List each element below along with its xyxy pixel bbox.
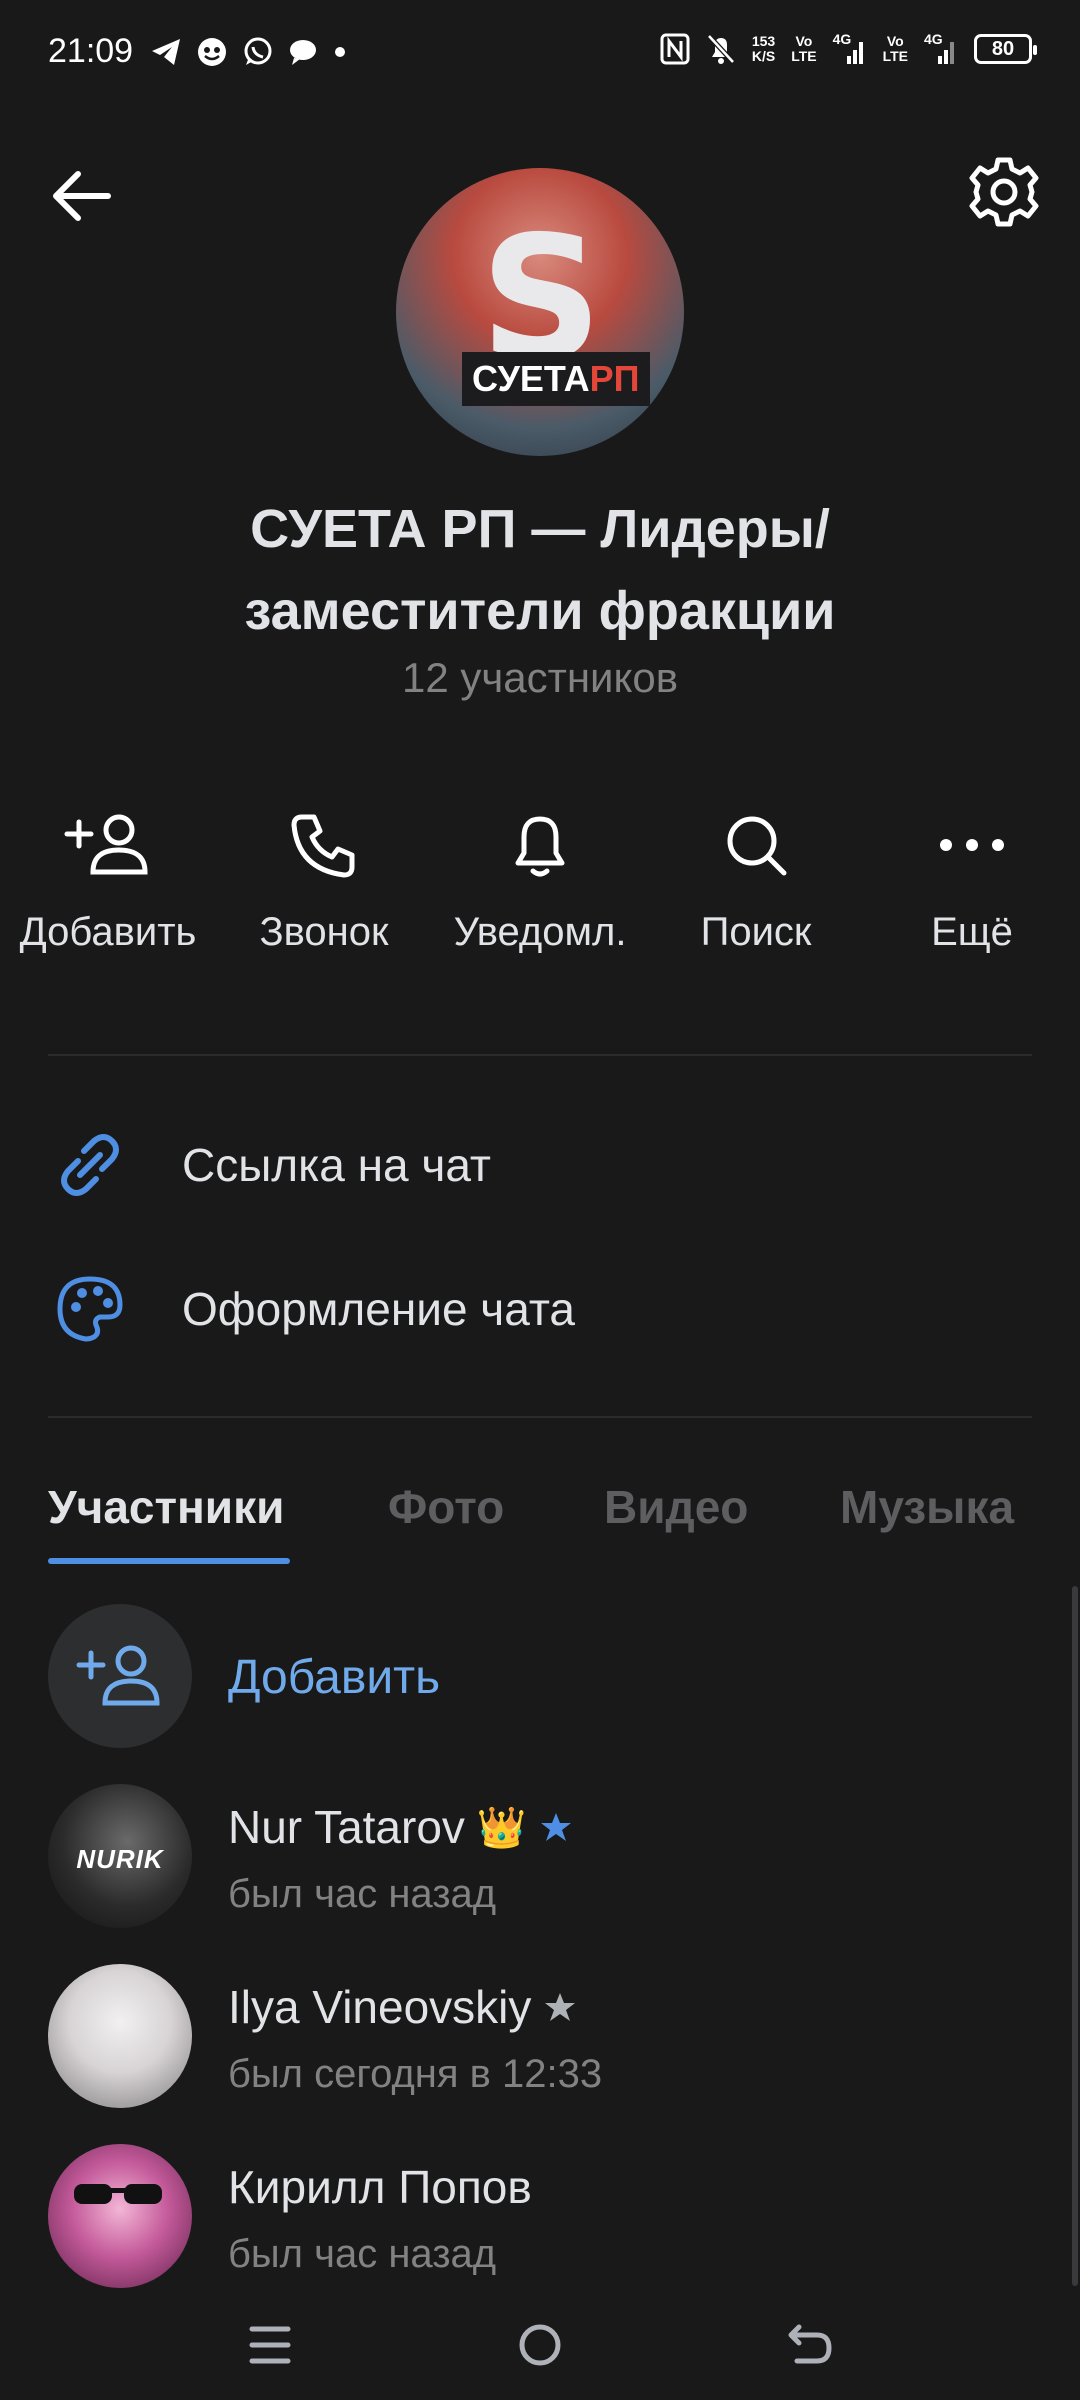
scrollbar[interactable] <box>1072 1586 1078 2286</box>
avatar <box>48 1964 192 2108</box>
bell-icon <box>515 816 565 877</box>
tab-music[interactable]: Музыка <box>840 1480 1014 1534</box>
home-circle-icon <box>519 2324 561 2366</box>
member-name: Nur Tatarov <box>228 1801 465 1853</box>
settings-button[interactable] <box>964 152 1044 232</box>
home-button[interactable] <box>500 2310 580 2380</box>
member-name: Кирилл Попов <box>228 2161 532 2213</box>
palette-icon <box>57 1276 123 1342</box>
active-tab-indicator <box>48 1558 290 1564</box>
nfc-icon <box>660 33 690 65</box>
more-icon <box>940 839 1004 851</box>
volte-1: Vo LTE <box>791 33 817 64</box>
tab-members[interactable]: Участники <box>48 1480 284 1534</box>
group-avatar[interactable]: S СУЕТАРП <box>396 168 684 456</box>
star-icon <box>540 1813 571 1841</box>
chat-link-row[interactable]: Ссылка на чат <box>48 1110 1032 1220</box>
sunglasses-icon <box>74 2184 162 2204</box>
group-title: СУЕТА РП — Лидеры/ заместители фракции <box>244 499 836 641</box>
tab-video[interactable]: Видео <box>604 1480 748 1534</box>
add-member-row[interactable]: Добавить <box>48 1604 1032 1754</box>
member-name: Ilya Vineovskiy <box>228 1981 532 2033</box>
link-icon <box>61 1134 119 1196</box>
call-action[interactable]: Звонок <box>216 800 432 955</box>
add-member-avatar <box>48 1604 192 1748</box>
signal-icon <box>846 42 863 64</box>
member-status: был час назад <box>228 1872 497 1916</box>
chat-theme-row[interactable]: Оформление чата <box>48 1254 1032 1364</box>
mute-icon <box>706 34 735 64</box>
status-bar: 21:09 153 K/S Vo LTE 4G Vo LTE 4G 80 <box>0 0 1080 110</box>
avatar-label: NURIK <box>76 1844 164 1874</box>
avatar-logo: СУЕТАРП <box>462 352 650 406</box>
menu-icon <box>249 2326 291 2364</box>
media-tabs: Участники Фото Видео Музыка <box>48 1480 1080 1570</box>
member-row[interactable]: Ilya Vineovskiy был сегодня в 12:33 <box>48 1964 1032 2114</box>
add-member-action[interactable]: Добавить <box>0 800 216 955</box>
dot-icon <box>335 47 345 57</box>
back-nav-icon <box>788 2324 832 2364</box>
member-status: был час назад <box>228 2232 497 2276</box>
messenger-icon <box>198 38 226 66</box>
gear-icon <box>969 157 1039 227</box>
member-row[interactable]: Кирилл Попов был час назад <box>48 2144 1032 2294</box>
signal-icon <box>938 42 954 64</box>
notification-icons <box>150 36 348 68</box>
system-icons: 153 K/S Vo LTE 4G Vo LTE 4G 80 <box>660 32 1037 66</box>
avatar: NURIK <box>48 1784 192 1928</box>
volte-2: Vo LTE <box>882 33 908 64</box>
member-status: был сегодня в 12:33 <box>228 2052 603 2096</box>
arrow-left-icon <box>53 171 111 221</box>
battery-indicator: 80 <box>974 34 1037 64</box>
divider <box>48 1416 1032 1418</box>
whatsapp-icon <box>244 37 272 65</box>
action-bar: Добавить Звонок Уведомл. Поиск Ещё <box>0 800 1080 970</box>
signal-1: 4G <box>833 32 867 66</box>
system-nav-bar <box>0 2290 1080 2400</box>
avatar <box>48 2144 192 2288</box>
add-user-icon <box>64 814 148 875</box>
back-nav-button[interactable] <box>770 2310 850 2380</box>
members-count: 12 участников <box>401 654 679 701</box>
more-action[interactable]: Ещё <box>864 800 1080 955</box>
member-row[interactable]: NURIK Nur Tatarov 👑 был час назад <box>48 1784 1032 1934</box>
tab-photo[interactable]: Фото <box>388 1480 504 1534</box>
notifications-action[interactable]: Уведомл. <box>432 800 648 955</box>
crown-emoji: 👑 <box>476 1805 527 1850</box>
back-button[interactable] <box>48 160 120 232</box>
net-speed: 153 K/S <box>751 33 776 64</box>
status-time: 21:09 <box>48 32 134 70</box>
divider <box>48 1054 1032 1056</box>
search-action[interactable]: Поиск <box>648 800 864 955</box>
add-user-icon <box>76 1645 160 1706</box>
telegram-icon <box>152 39 180 65</box>
star-icon <box>545 1993 576 2021</box>
recent-apps-button[interactable] <box>230 2310 310 2380</box>
search-icon <box>727 816 787 876</box>
signal-2: 4G <box>924 32 958 66</box>
phone-icon <box>291 814 355 878</box>
message-icon <box>290 40 316 65</box>
